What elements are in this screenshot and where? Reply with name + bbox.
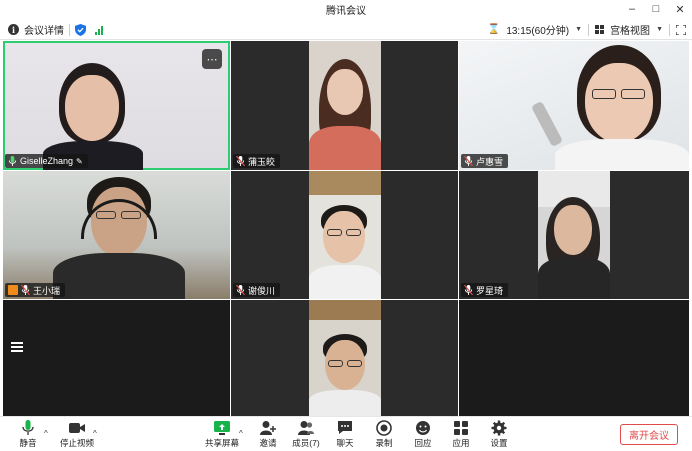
shield-icon[interactable] (75, 23, 86, 36)
fullscreen-icon[interactable] (676, 24, 686, 35)
microphone-icon (236, 285, 245, 295)
user-avatar-icon (8, 285, 18, 295)
chat-icon (338, 421, 352, 434)
record-icon (376, 420, 392, 436)
close-icon[interactable]: ✕ (668, 0, 692, 18)
maximize-icon[interactable]: □ (644, 0, 668, 18)
participant-name-tag: GiselleZhang ✎ (5, 154, 88, 168)
microphone-icon (21, 285, 30, 295)
members-button[interactable]: 成员(7) (288, 420, 324, 449)
chevron-up-icon[interactable]: ^ (44, 429, 48, 438)
mute-button[interactable]: 静音 (10, 420, 46, 449)
apps-button[interactable]: 应用 (443, 420, 479, 449)
settings-button[interactable]: 设置 (481, 420, 517, 449)
video-tile[interactable]: 蒲玉皎 (231, 41, 458, 170)
chat-label: 聊天 (336, 438, 354, 448)
reactions-label: 回应 (414, 438, 432, 448)
record-label: 录制 (375, 438, 393, 448)
members-label: 成员(7) (292, 438, 320, 448)
participant-name: GiselleZhang (20, 156, 74, 166)
more-options-button[interactable]: ⋯ (202, 49, 222, 69)
title-bar: 腾讯会议 – □ ✕ (0, 0, 692, 18)
list-icon[interactable] (11, 342, 23, 354)
video-camera-icon (69, 423, 85, 433)
video-tile[interactable]: ⋯ GiselleZhang ✎ (3, 41, 230, 170)
video-tile[interactable]: 王小瑞 (3, 171, 230, 299)
window-controls: – □ ✕ (620, 0, 692, 18)
participant-video (3, 171, 230, 299)
video-tile[interactable] (459, 300, 689, 416)
meeting-details-link[interactable]: 会议详情 (24, 22, 64, 37)
chevron-down-icon[interactable]: ▼ (575, 26, 582, 33)
window-title: 腾讯会议 (326, 6, 366, 17)
members-icon (298, 421, 314, 435)
leave-meeting-button[interactable]: 离开会议 (620, 424, 678, 445)
view-mode-selector[interactable]: 宫格视图 (610, 22, 650, 37)
chevron-up-icon[interactable]: ^ (239, 429, 243, 438)
participant-video (459, 41, 689, 170)
invite-label: 邀请 (259, 438, 277, 448)
video-grid: ⋯ GiselleZhang ✎ 蒲玉皎 卢惠雪 王小瑞 谢俊川 罗星琦 (3, 41, 689, 416)
participant-video (309, 171, 381, 299)
video-tile[interactable]: 谢俊川 (231, 171, 458, 299)
meeting-timer[interactable]: 13:15(60分钟) (506, 22, 569, 37)
microphone-icon (464, 156, 473, 166)
apps-label: 应用 (452, 438, 470, 448)
microphone-icon (236, 156, 245, 166)
microphone-icon (22, 420, 34, 435)
microphone-icon (464, 285, 473, 295)
divider (669, 23, 670, 36)
video-tile[interactable] (3, 300, 230, 416)
participant-name-tag: 王小瑞 (5, 283, 66, 297)
participant-video (309, 300, 381, 416)
participant-video (3, 41, 230, 170)
meeting-toolbar: 静音 ^ 停止视频 ^ 共享屏幕 ^ 邀请 成员(7) 聊天 录制 回应 应用 … (0, 416, 692, 451)
participant-name: 罗星琦 (476, 285, 504, 296)
participant-video (538, 171, 610, 299)
gear-icon (491, 420, 507, 436)
share-screen-icon (214, 421, 230, 435)
participant-name: 卢惠雪 (476, 156, 504, 167)
participant-name: 谢俊川 (248, 285, 276, 296)
participant-name: 蒲玉皎 (248, 156, 276, 167)
record-button[interactable]: 录制 (366, 420, 402, 449)
stop-video-button[interactable]: 停止视频 (58, 420, 96, 449)
share-screen-button[interactable]: 共享屏幕 (204, 420, 240, 449)
reactions-button[interactable]: 回应 (405, 420, 441, 449)
divider (588, 23, 590, 36)
grid-view-icon[interactable] (595, 25, 605, 34)
minimize-icon[interactable]: – (620, 0, 644, 18)
settings-label: 设置 (490, 438, 508, 448)
participant-name-tag: 卢惠雪 (461, 154, 509, 168)
participant-name-tag: 谢俊川 (233, 283, 281, 297)
apps-icon (454, 421, 468, 435)
mute-label: 静音 (19, 438, 37, 448)
chevron-down-icon[interactable]: ▼ (656, 26, 663, 33)
participant-name: 王小瑞 (33, 285, 61, 296)
pencil-icon[interactable]: ✎ (76, 157, 83, 166)
stop-video-label: 停止视频 (59, 438, 94, 448)
hourglass-icon: ⌛ (487, 24, 501, 35)
video-tile[interactable]: 罗星琦 (459, 171, 689, 299)
network-signal-icon[interactable] (95, 25, 103, 35)
invite-user-icon (260, 421, 276, 435)
participant-name-tag: 蒲玉皎 (233, 154, 281, 168)
divider (69, 23, 70, 36)
invite-button[interactable]: 邀请 (250, 420, 286, 449)
info-icon[interactable]: i (8, 24, 19, 35)
participant-name-tag: 罗星琦 (461, 283, 509, 297)
reaction-icon (416, 421, 430, 435)
meeting-info-bar: i 会议详情 ⌛ 13:15(60分钟) ▼ 宫格视图 ▼ (0, 18, 692, 40)
microphone-icon (8, 156, 17, 166)
video-tile[interactable]: 卢惠雪 (459, 41, 689, 170)
share-screen-label: 共享屏幕 (204, 438, 239, 448)
chat-button[interactable]: 聊天 (327, 420, 363, 449)
chevron-up-icon[interactable]: ^ (93, 429, 97, 438)
participant-video (309, 41, 381, 170)
video-tile[interactable] (231, 300, 458, 416)
